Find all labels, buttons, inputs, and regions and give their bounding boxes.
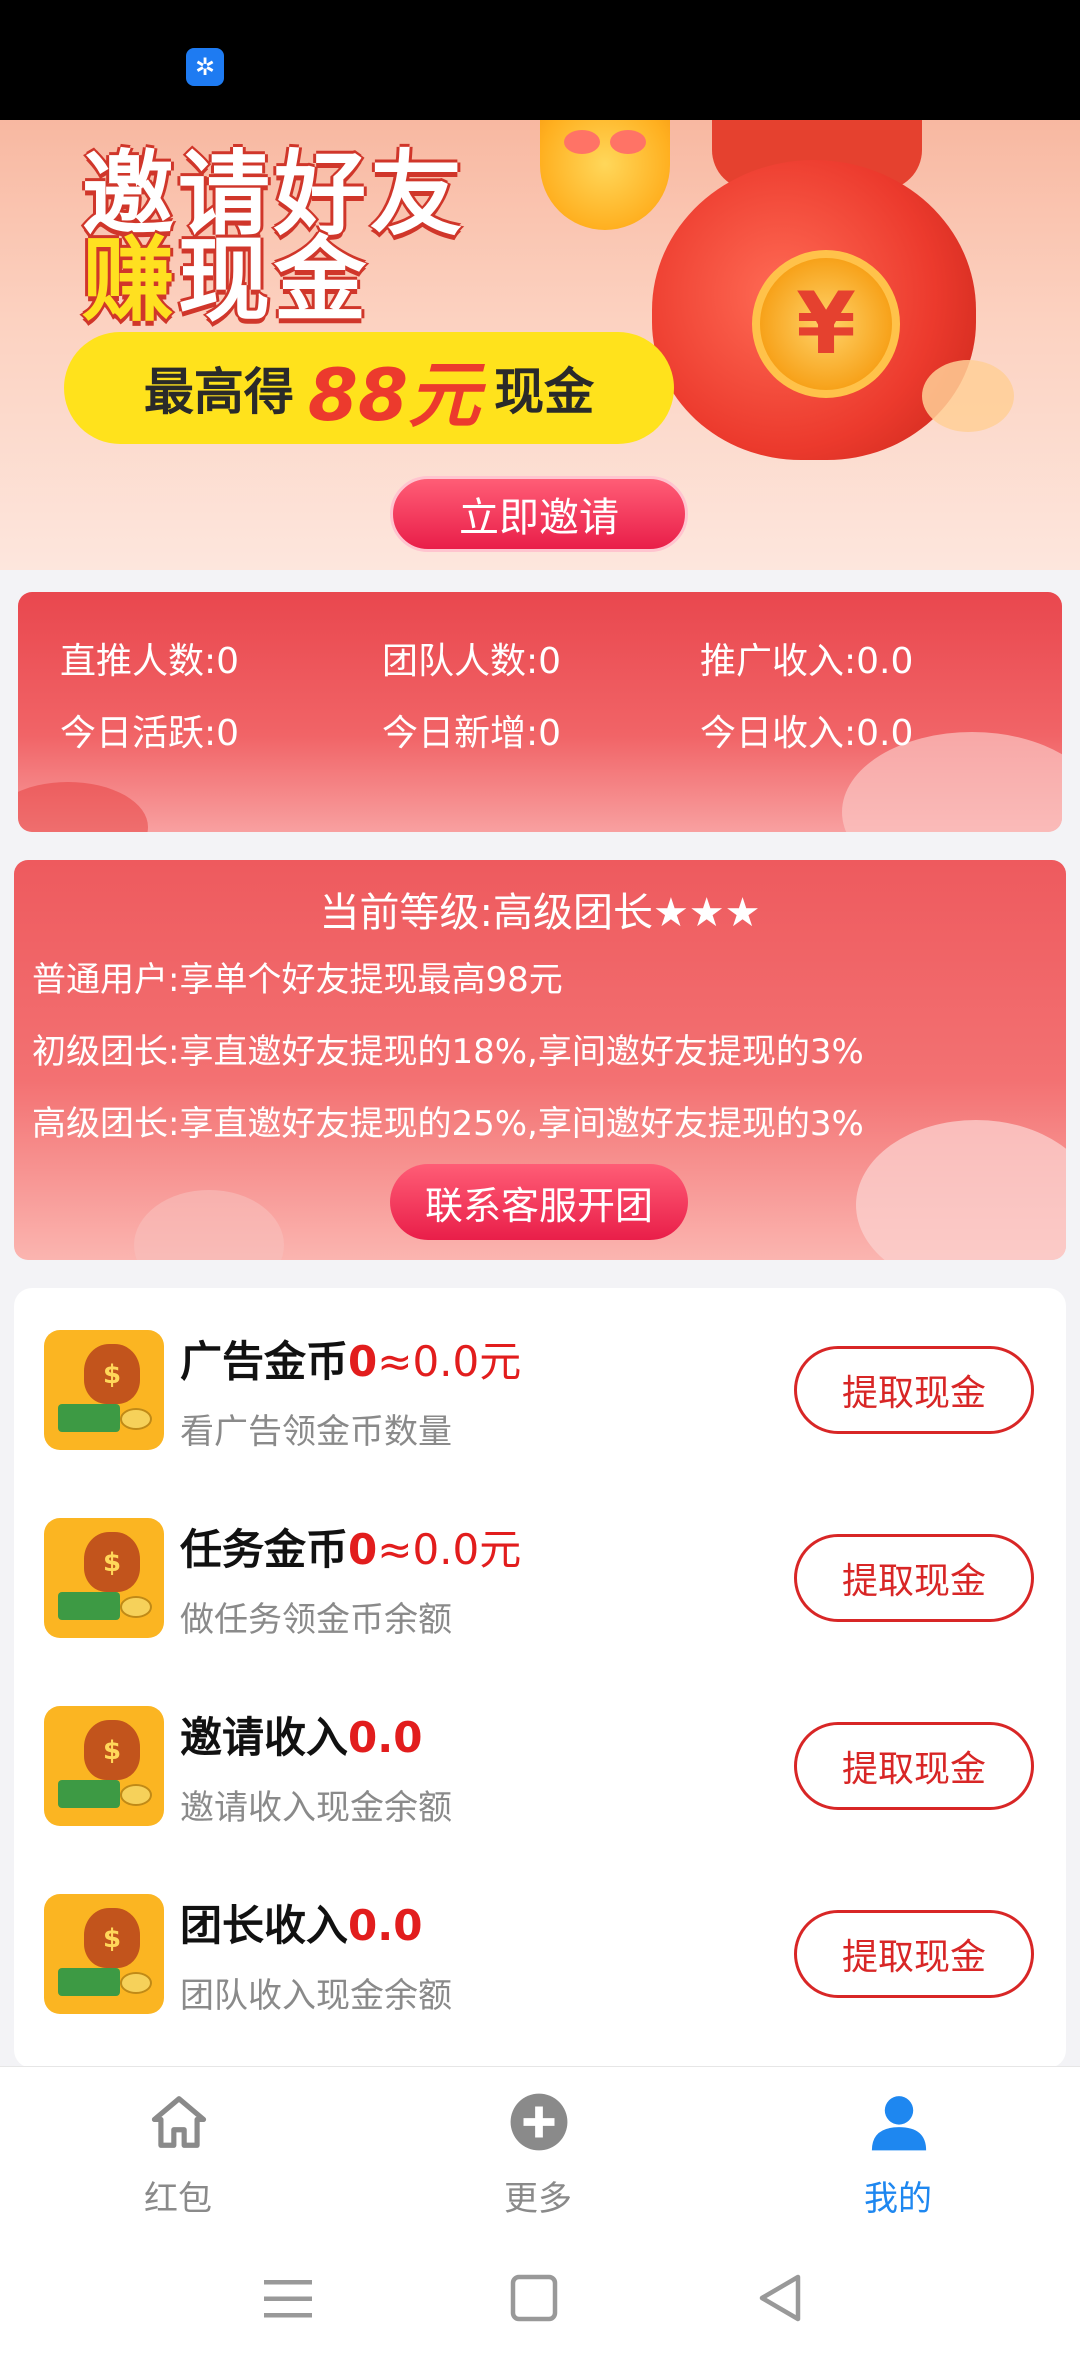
status-bar: ✲ bbox=[0, 0, 1080, 120]
invite-now-button[interactable]: 立即邀请 bbox=[390, 476, 688, 552]
list-item: 邀请收入0.0 邀请收入现金余额 提取现金 bbox=[14, 1664, 1066, 1852]
tab-label: 我的 bbox=[864, 2179, 932, 2219]
item-title: 团长收入0.0 bbox=[180, 1901, 423, 1950]
home-icon bbox=[151, 2096, 207, 2148]
user-icon bbox=[871, 2096, 927, 2151]
contact-service-button[interactable]: 联系客服开团 bbox=[390, 1164, 688, 1240]
smiley-emoji-icon bbox=[540, 120, 670, 230]
invite-banner: ¥ 邀请好友 赚现金 最高得 88元 现金 立即邀请 bbox=[0, 120, 1080, 570]
banner-subtitle: 赚现金 bbox=[82, 227, 371, 334]
item-title: 邀请收入0.0 bbox=[180, 1713, 423, 1762]
stat-promo-income: 推广收入:0.0 bbox=[700, 641, 914, 682]
list-item: 广告金币0≈0.0元 看广告领金币数量 提取现金 bbox=[14, 1288, 1066, 1476]
item-title: 任务金币0≈0.0元 bbox=[180, 1525, 522, 1574]
money-bag-icon bbox=[44, 1894, 164, 2014]
money-bag-icon bbox=[44, 1706, 164, 1826]
menu-icon[interactable] bbox=[258, 2268, 318, 2328]
list-item: 任务金币0≈0.0元 做任务领金币余额 提取现金 bbox=[14, 1476, 1066, 1664]
app-notification-icon: ✲ bbox=[186, 48, 224, 86]
tab-mine[interactable]: 我的 bbox=[798, 2067, 998, 2237]
banner-reward-pill: 最高得 88元 现金 bbox=[64, 332, 674, 444]
tab-label: 更多 bbox=[504, 2179, 572, 2219]
system-nav-bar bbox=[0, 2236, 1080, 2362]
current-level-title: 当前等级:高级团长★★★ bbox=[319, 890, 761, 936]
withdraw-cash-button[interactable]: 提取现金 bbox=[794, 1534, 1034, 1622]
stat-active-today: 今日活跃:0 bbox=[60, 713, 240, 754]
team-stats-card: 直推人数:0 团队人数:0 推广收入:0.0 今日活跃:0 今日新增:0 今日收… bbox=[18, 592, 1062, 832]
level-card: 当前等级:高级团长★★★ 普通用户:享单个好友提现最高98元 初级团长:享直邀好… bbox=[14, 860, 1066, 1260]
withdraw-cash-button[interactable]: 提取现金 bbox=[794, 1910, 1034, 1998]
item-subtitle: 看广告领金币数量 bbox=[180, 1412, 452, 1452]
list-item: 团长收入0.0 团队收入现金余额 提取现金 bbox=[14, 1852, 1066, 2040]
level-rule-senior: 高级团长:享直邀好友提现的25%,享间邀好友提现的3% bbox=[32, 1104, 864, 1144]
stat-new-today: 今日新增:0 bbox=[382, 713, 562, 754]
tab-hongbao[interactable]: 红包 bbox=[78, 2067, 278, 2237]
home-square-icon[interactable] bbox=[504, 2268, 564, 2328]
back-icon[interactable] bbox=[750, 2268, 810, 2328]
plus-circle-icon bbox=[510, 2093, 568, 2151]
item-subtitle: 邀请收入现金余额 bbox=[180, 1788, 452, 1828]
money-bag-icon bbox=[44, 1330, 164, 1450]
stat-income-today: 今日收入:0.0 bbox=[700, 713, 914, 754]
withdraw-cash-button[interactable]: 提取现金 bbox=[794, 1722, 1034, 1810]
tab-label: 红包 bbox=[144, 2179, 212, 2219]
stat-team: 团队人数:0 bbox=[382, 641, 562, 682]
stat-direct: 直推人数:0 bbox=[60, 641, 240, 682]
yuan-coin-icon: ¥ bbox=[752, 250, 900, 398]
bottom-tab-bar: 红包 更多 我的 bbox=[0, 2066, 1080, 2236]
withdraw-cash-button[interactable]: 提取现金 bbox=[794, 1346, 1034, 1434]
item-subtitle: 团队收入现金余额 bbox=[180, 1976, 452, 2016]
money-bag-icon bbox=[44, 1518, 164, 1638]
level-rule-junior: 初级团长:享直邀好友提现的18%,享间邀好友提现的3% bbox=[32, 1032, 864, 1072]
earnings-list: 广告金币0≈0.0元 看广告领金币数量 提取现金 任务金币0≈0.0元 做任务领… bbox=[14, 1288, 1066, 2068]
tab-more[interactable]: 更多 bbox=[438, 2067, 638, 2237]
item-subtitle: 做任务领金币余额 bbox=[180, 1600, 452, 1640]
item-title: 广告金币0≈0.0元 bbox=[180, 1337, 522, 1386]
coin-decoration bbox=[922, 360, 1014, 432]
level-rule-normal: 普通用户:享单个好友提现最高98元 bbox=[32, 960, 563, 1000]
